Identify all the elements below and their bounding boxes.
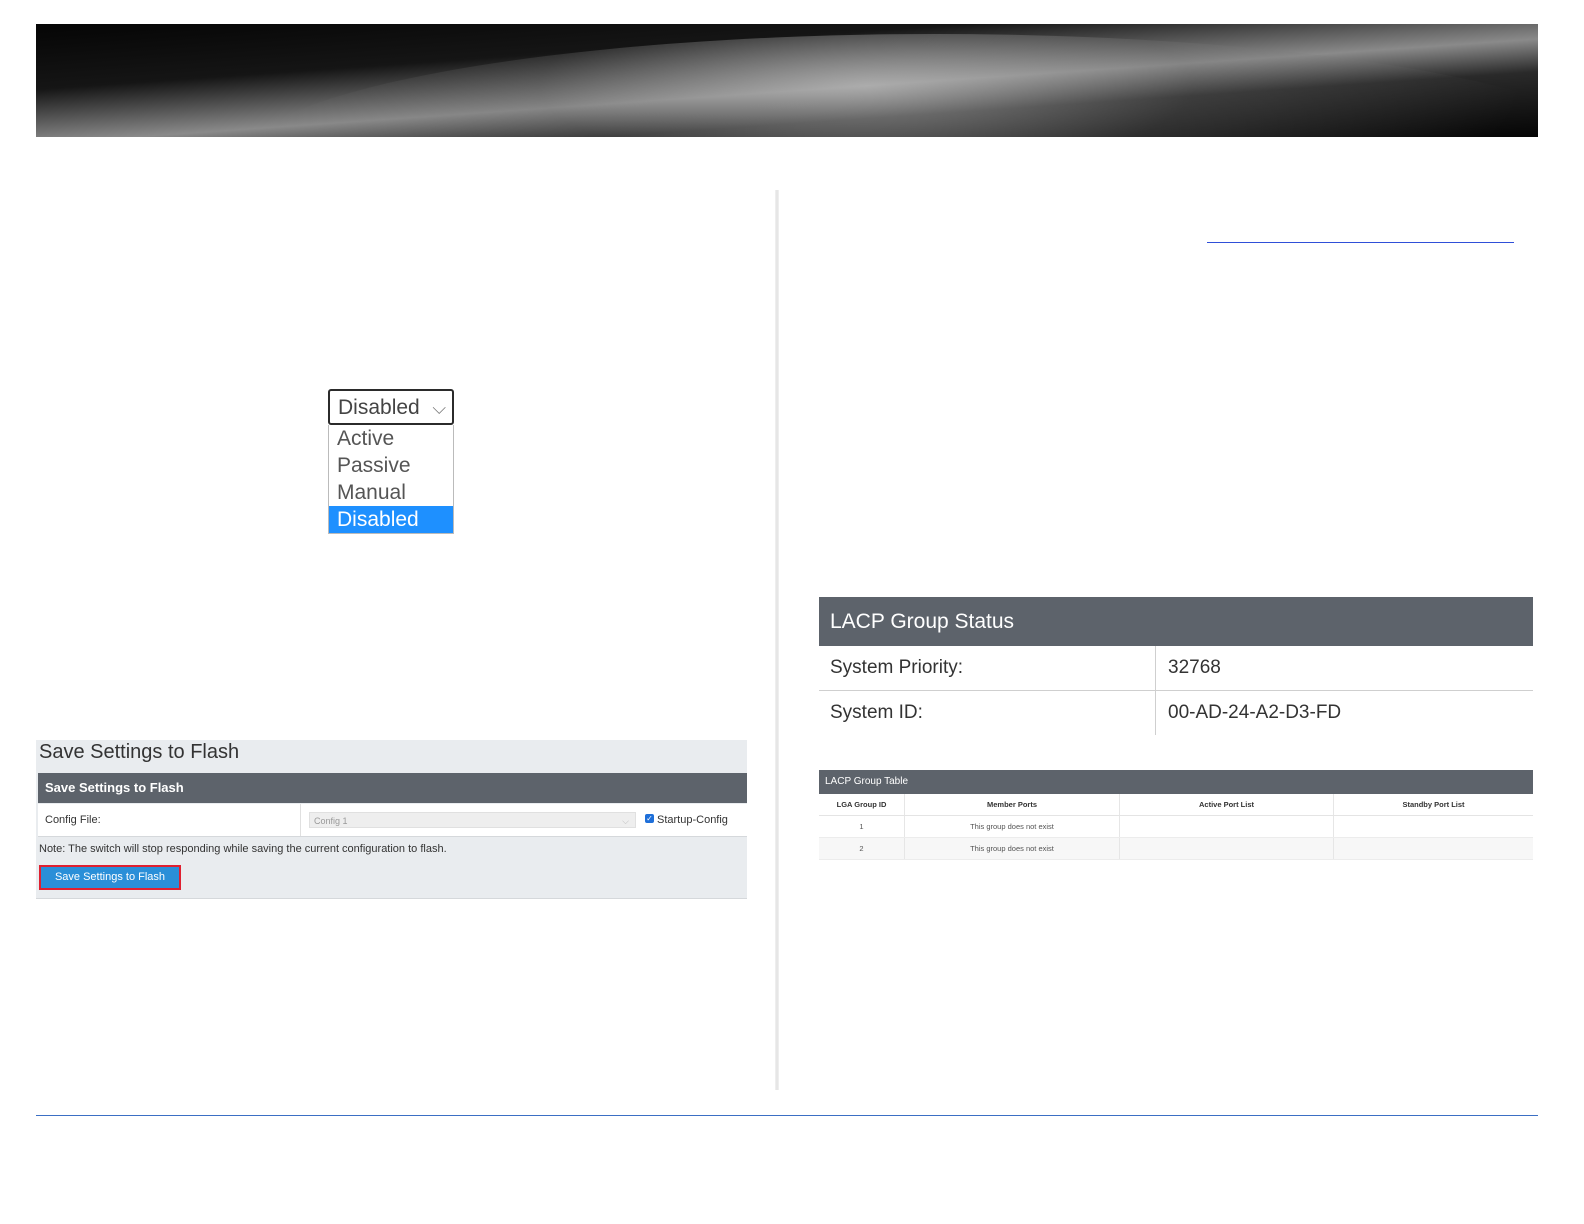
column-header: LGA Group ID [819, 794, 905, 815]
system-priority-label: System Priority: [830, 657, 964, 678]
table-cell [1334, 838, 1533, 859]
config-file-label: Config File: [45, 814, 101, 826]
column-header: Active Port List [1120, 794, 1334, 815]
status-row-system-priority: System Priority: 32768 [819, 646, 1533, 691]
table-cell [1120, 816, 1334, 837]
save-settings-title: Save Settings to Flash [39, 741, 240, 763]
table-row: 2 This group does not exist [819, 838, 1533, 860]
startup-config-label: Startup-Config [657, 814, 728, 826]
table-cell [1334, 816, 1533, 837]
system-id-label: System ID: [830, 702, 923, 723]
lacp-mode-selected-value: Disabled [338, 396, 420, 419]
config-file-select[interactable]: Config 1 ⌵ [309, 812, 636, 828]
row-separator [1155, 691, 1156, 735]
table-cell: This group does not exist [905, 816, 1120, 837]
option-passive[interactable]: Passive [329, 452, 453, 479]
table-row: 1 This group does not exist [819, 816, 1533, 838]
chevron-down-icon: ⌵ [622, 816, 629, 826]
row-separator [300, 804, 301, 836]
save-settings-note: Note: The switch will stop responding wh… [39, 843, 447, 855]
status-row-system-id: System ID: 00-AD-24-A2-D3-FD [819, 691, 1533, 735]
option-disabled[interactable]: Disabled [329, 506, 453, 533]
header-banner [36, 24, 1538, 137]
lacp-table-title: LACP Group Table [819, 770, 1533, 794]
footer-rule [36, 1115, 1538, 1116]
option-active[interactable]: Active [329, 425, 453, 452]
system-id-value: 00-AD-24-A2-D3-FD [1168, 702, 1342, 723]
row-separator [1155, 646, 1156, 690]
save-settings-panel: Save Settings to Flash Save Settings to … [36, 740, 747, 899]
lacp-group-table: LACP Group Table LGA Group ID Member Por… [819, 770, 1533, 860]
table-cell: 1 [819, 816, 905, 837]
lacp-mode-dropdown[interactable]: Disabled ⌵ Active Passive Manual Disable… [328, 389, 454, 534]
startup-config-checkbox[interactable]: ✓ [645, 814, 654, 823]
config-file-value: Config 1 [314, 816, 348, 826]
option-manual[interactable]: Manual [329, 479, 453, 506]
config-file-row: Config File: Config 1 ⌵ ✓ Startup-Config [38, 804, 747, 837]
save-settings-bar-title: Save Settings to Flash [38, 773, 747, 803]
table-cell: This group does not exist [905, 838, 1120, 859]
lacp-group-status: LACP Group Status System Priority: 32768… [819, 597, 1533, 735]
lacp-mode-option-list: Active Passive Manual Disabled [328, 425, 454, 534]
column-header: Member Ports [905, 794, 1120, 815]
hyperlink-underline[interactable] [1207, 242, 1514, 243]
lacp-mode-select[interactable]: Disabled ⌵ [328, 389, 454, 425]
chevron-down-icon: ⌵ [432, 398, 446, 418]
column-header: Standby Port List [1402, 800, 1465, 809]
table-cell [1120, 838, 1334, 859]
save-settings-button[interactable]: Save Settings to Flash [39, 865, 181, 890]
table-header-row: LGA Group ID Member Ports Active Port Li… [819, 794, 1533, 816]
system-priority-value: 32768 [1168, 657, 1221, 678]
table-cell: 2 [819, 838, 905, 859]
column-divider [775, 190, 779, 1090]
lacp-status-title: LACP Group Status [819, 597, 1533, 646]
